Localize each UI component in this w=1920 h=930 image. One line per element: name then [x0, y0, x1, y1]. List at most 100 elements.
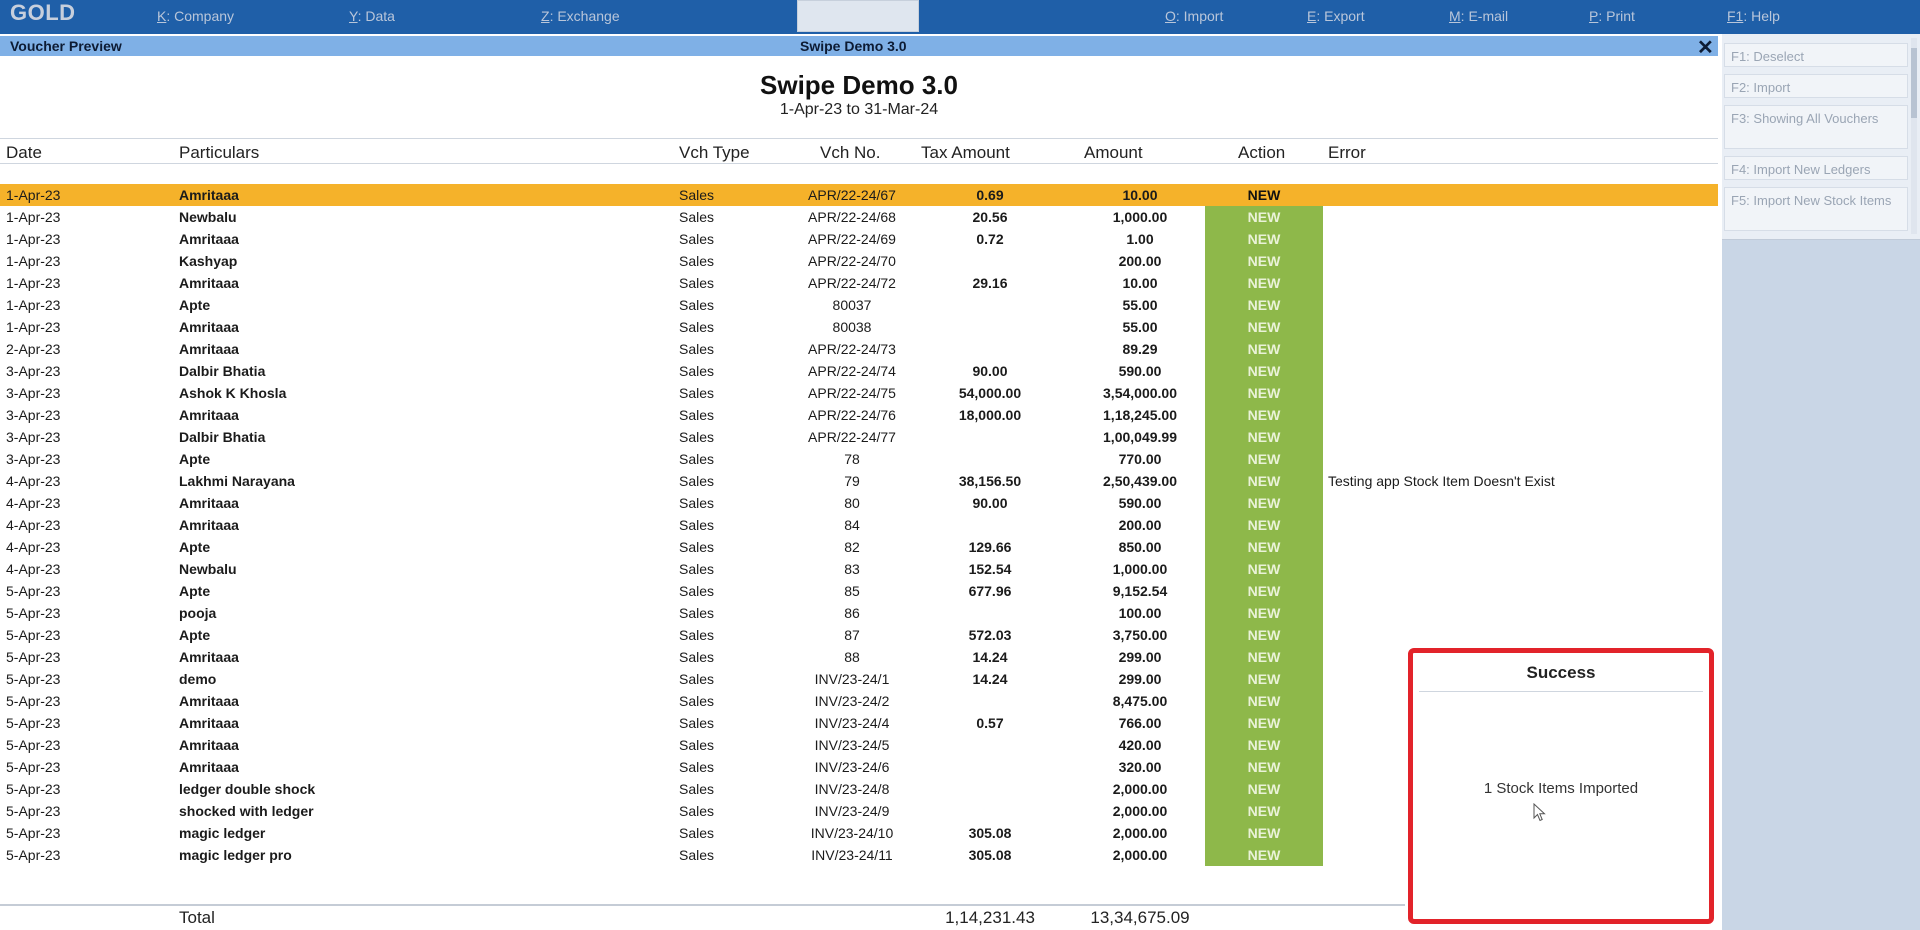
cell-action: NEW [1205, 316, 1323, 338]
table-row[interactable]: 5-Apr-23 Apte Sales 87 572.03 3,750.00 NEW [0, 624, 1718, 646]
cell-vch-no: APR/22-24/75 [808, 385, 896, 401]
cell-date: 5-Apr-23 [6, 715, 61, 731]
cell-tax-amount: 20.56 [972, 209, 1008, 225]
table-row[interactable]: 4-Apr-23 Lakhmi Narayana Sales 79 38,156.50 2… [0, 470, 1718, 492]
cell-particulars: Apte [179, 451, 211, 467]
column-header-vch-no: Vch No. [820, 143, 881, 162]
screen-title: Voucher Preview [10, 38, 122, 54]
table-row[interactable]: 3-Apr-23 Ashok K Khosla Sales APR/22-24/75 5… [0, 382, 1718, 404]
cell-particulars: Apte [179, 627, 211, 643]
import-new-ledgers-button[interactable]: F4: Import New Ledgers [1724, 156, 1908, 180]
menu-email[interactable]: M: E-mail [1449, 8, 1508, 24]
cell-action: NEW [1205, 228, 1323, 250]
table-row[interactable]: 4-Apr-23 Newbalu Sales 83 152.54 1,000.00 NEW [0, 558, 1718, 580]
table-row[interactable]: 5-Apr-23 pooja Sales 86 100.00 NEW [0, 602, 1718, 624]
cell-date: 4-Apr-23 [6, 495, 61, 511]
cell-vch-type: Sales [679, 341, 715, 357]
cell-vch-no: 80038 [832, 319, 872, 335]
cell-particulars: Amritaaa [179, 495, 239, 511]
table-row[interactable]: 4-Apr-23 Apte Sales 82 129.66 850.00 NEW [0, 536, 1718, 558]
cell-amount: 1,000.00 [1112, 561, 1168, 577]
cell-amount: 8,475.00 [1112, 693, 1168, 709]
cell-particulars: Apte [179, 297, 211, 313]
cell-date: 4-Apr-23 [6, 517, 61, 533]
menu-exchange[interactable]: Z: Exchange [541, 8, 620, 24]
table-row[interactable]: 3-Apr-23 Dalbir Bhatia Sales APR/22-24/74 90… [0, 360, 1718, 382]
showing-all-vouchers-button[interactable]: F3: Showing All Vouchers [1724, 105, 1908, 149]
cell-date: 5-Apr-23 [6, 671, 61, 687]
table-row[interactable]: 3-Apr-23 Amritaaa Sales APR/22-24/76 18,000.… [0, 404, 1718, 426]
table-row[interactable]: 1-Apr-23 Newbalu Sales APR/22-24/68 20.56 1,0… [0, 206, 1718, 228]
cell-date: 5-Apr-23 [6, 847, 61, 863]
menu-data[interactable]: Y: Data [349, 8, 395, 24]
cell-date: 5-Apr-23 [6, 627, 61, 643]
table-row[interactable]: 1-Apr-23 Amritaaa Sales APR/22-24/67 0.69 10.… [0, 184, 1718, 206]
cell-error: Testing app Stock Item Doesn't Exist [1328, 473, 1555, 489]
table-row[interactable]: 5-Apr-23 Apte Sales 85 677.96 9,152.54 NEW [0, 580, 1718, 602]
cell-date: 5-Apr-23 [6, 693, 61, 709]
cell-particulars: shocked with ledger [179, 803, 314, 819]
cell-vch-type: Sales [679, 253, 715, 269]
cell-action: NEW [1205, 492, 1323, 514]
cell-amount: 10.00 [1122, 275, 1158, 291]
cell-vch-no: 87 [844, 627, 860, 643]
table-row[interactable]: 3-Apr-23 Apte Sales 78 770.00 NEW [0, 448, 1718, 470]
table-row[interactable]: 1-Apr-23 Kashyap Sales APR/22-24/70 200.00 NE… [0, 250, 1718, 272]
success-dialog[interactable]: Success 1 Stock Items Imported [1408, 648, 1714, 924]
cell-particulars: Amritaaa [179, 649, 239, 665]
table-row[interactable]: 1-Apr-23 Amritaaa Sales 80038 55.00 NEW [0, 316, 1718, 338]
cell-date: 5-Apr-23 [6, 825, 61, 841]
cell-vch-no: 86 [844, 605, 860, 621]
cell-tax-amount: 0.72 [976, 231, 1004, 247]
cell-action: NEW [1205, 756, 1323, 778]
cell-amount: 420.00 [1118, 737, 1162, 753]
cell-date: 3-Apr-23 [6, 451, 61, 467]
table-row[interactable]: 1-Apr-23 Apte Sales 80037 55.00 NEW [0, 294, 1718, 316]
voucher-preview-bar: Voucher Preview Swipe Demo 3.0 ✕ [0, 36, 1718, 59]
cell-particulars: Amritaaa [179, 319, 239, 335]
menu-print[interactable]: P: Print [1589, 8, 1635, 24]
cell-particulars: Dalbir Bhatia [179, 429, 266, 445]
mouse-cursor-icon [1533, 803, 1546, 822]
cell-action: NEW [1205, 712, 1323, 734]
table-row[interactable]: 1-Apr-23 Amritaaa Sales APR/22-24/72 29.16 10… [0, 272, 1718, 294]
import-new-stock-items-button[interactable]: F5: Import New Stock Items [1724, 187, 1908, 231]
table-row[interactable]: 2-Apr-23 Amritaaa Sales APR/22-24/73 89.29 NE… [0, 338, 1718, 360]
table-row[interactable]: 4-Apr-23 Amritaaa Sales 84 200.00 NEW [0, 514, 1718, 536]
cell-date: 4-Apr-23 [6, 539, 61, 555]
top-menu-bar: GOLD K: Company Y: Data Z: Exchange O: I… [0, 0, 1920, 34]
cell-vch-no: 85 [844, 583, 860, 599]
cell-vch-type: Sales [679, 561, 715, 577]
cell-action: NEW [1205, 558, 1323, 580]
cell-vch-type: Sales [679, 825, 715, 841]
cell-vch-type: Sales [679, 627, 715, 643]
cell-action: NEW [1205, 448, 1323, 470]
table-row[interactable]: 3-Apr-23 Dalbir Bhatia Sales APR/22-24/77 1,… [0, 426, 1718, 448]
cell-vch-no: APR/22-24/77 [808, 429, 896, 445]
menu-export[interactable]: E: Export [1307, 8, 1365, 24]
menu-center-placeholder[interactable] [797, 0, 919, 32]
cell-particulars: Amritaaa [179, 517, 239, 533]
header-rule-bottom [0, 163, 1718, 164]
cell-particulars: Kashyap [179, 253, 238, 269]
total-amount: 13,34,675.09 [1090, 908, 1190, 927]
cell-particulars: Amritaaa [179, 737, 239, 753]
menu-help[interactable]: F1: Help [1727, 8, 1780, 24]
cell-vch-no: INV/23-24/11 [811, 847, 893, 863]
import-button[interactable]: F2: Import [1724, 74, 1908, 98]
deselect-button[interactable]: F1: Deselect [1724, 43, 1908, 67]
cell-vch-type: Sales [679, 539, 715, 555]
success-dialog-message: 1 Stock Items Imported [1483, 780, 1639, 797]
cell-vch-type: Sales [679, 803, 715, 819]
menu-import[interactable]: O: Import [1165, 8, 1223, 24]
cell-particulars: Amritaaa [179, 275, 239, 291]
right-button-panel: F1: Deselect F2: Import F3: Showing All … [1722, 34, 1920, 930]
menu-company[interactable]: K: Company [157, 8, 234, 24]
cell-action: NEW [1205, 624, 1323, 646]
close-icon[interactable]: ✕ [1697, 35, 1714, 60]
sidebar-scrollbar[interactable] [1910, 38, 1918, 234]
cell-amount: 3,750.00 [1112, 627, 1168, 643]
cell-vch-no: INV/23-24/1 [814, 671, 890, 687]
table-row[interactable]: 1-Apr-23 Amritaaa Sales APR/22-24/69 0.72 1.0… [0, 228, 1718, 250]
table-row[interactable]: 4-Apr-23 Amritaaa Sales 80 90.00 590.00 NEW [0, 492, 1718, 514]
